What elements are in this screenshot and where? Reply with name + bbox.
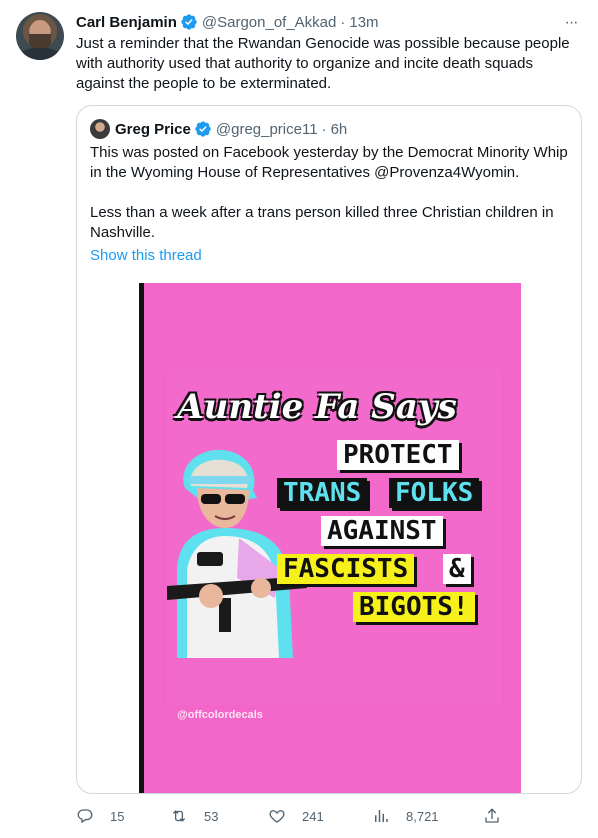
tweet-actions: 15 53 241 8,721: [76, 806, 581, 826]
show-thread-link[interactable]: Show this thread: [90, 247, 202, 264]
word-folks: FOLKS: [389, 478, 480, 508]
like-button[interactable]: 241: [268, 806, 324, 826]
author-avatar[interactable]: [16, 12, 64, 60]
word-bigots: BIGOTS!: [353, 592, 475, 622]
reply-button[interactable]: 15: [76, 806, 124, 826]
quote-paragraph-2: Less than a week after a trans person ki…: [90, 204, 554, 241]
separator-dot: ·: [340, 13, 346, 31]
view-count: 8,721: [406, 808, 439, 824]
separator-dot: ·: [321, 120, 327, 138]
tweet-header: Carl Benjamin @Sargon_of_Akkad · 13m: [76, 12, 379, 32]
verified-badge-icon: [194, 120, 212, 138]
quote-time[interactable]: 6h: [331, 121, 348, 138]
retweet-button[interactable]: 53: [170, 806, 218, 826]
quote-author-handle[interactable]: @greg_price11: [216, 121, 318, 138]
quote-header: Greg Price @greg_price11 · 6h: [115, 119, 347, 139]
word-protect: PROTECT: [337, 440, 459, 470]
views-button[interactable]: 8,721: [372, 806, 439, 826]
tweet-time[interactable]: 13m: [349, 14, 378, 31]
heart-icon: [269, 810, 285, 823]
views-chart-icon: [375, 810, 388, 822]
woman-with-rifle-illustration: [167, 449, 307, 658]
quote-author-name[interactable]: Greg Price: [115, 121, 191, 138]
author-name[interactable]: Carl Benjamin: [76, 14, 177, 31]
tweet[interactable]: Carl Benjamin @Sargon_of_Akkad · 13m ···…: [0, 0, 598, 838]
poster-headline: Auntie Fa Says: [177, 387, 457, 427]
quote-paragraph-1: This was posted on Facebook yesterday by…: [90, 144, 568, 181]
retweet-count: 53: [204, 808, 219, 824]
image-credit: @offcolordecals: [177, 709, 263, 721]
word-trans: TRANS: [277, 478, 368, 508]
reply-count: 15: [110, 808, 125, 824]
quote-author-avatar[interactable]: [90, 119, 110, 139]
word-against: AGAINST: [321, 516, 443, 546]
image-border: [139, 283, 144, 793]
verified-badge-icon: [180, 13, 198, 31]
tweet-text: Just a reminder that the Rwandan Genocid…: [76, 35, 570, 92]
author-handle[interactable]: @Sargon_of_Akkad: [202, 14, 336, 31]
retweet-icon: [172, 810, 186, 822]
avatar-shirt: [20, 48, 60, 60]
reply-icon: [77, 809, 93, 824]
quote-image[interactable]: Auntie Fa Says PROTECT TRANS FOLKS AGAIN…: [139, 283, 521, 793]
word-ampersand: &: [443, 554, 471, 584]
word-fascists: FASCISTS: [277, 554, 415, 584]
like-count: 241: [302, 808, 324, 824]
quoted-tweet[interactable]: Greg Price @greg_price11 · 6h This was p…: [76, 105, 582, 794]
quote-text: This was posted on Facebook yesterday by…: [90, 143, 570, 243]
share-icon: [485, 808, 499, 823]
more-options-icon[interactable]: ···: [562, 14, 580, 32]
share-button[interactable]: [483, 806, 517, 826]
